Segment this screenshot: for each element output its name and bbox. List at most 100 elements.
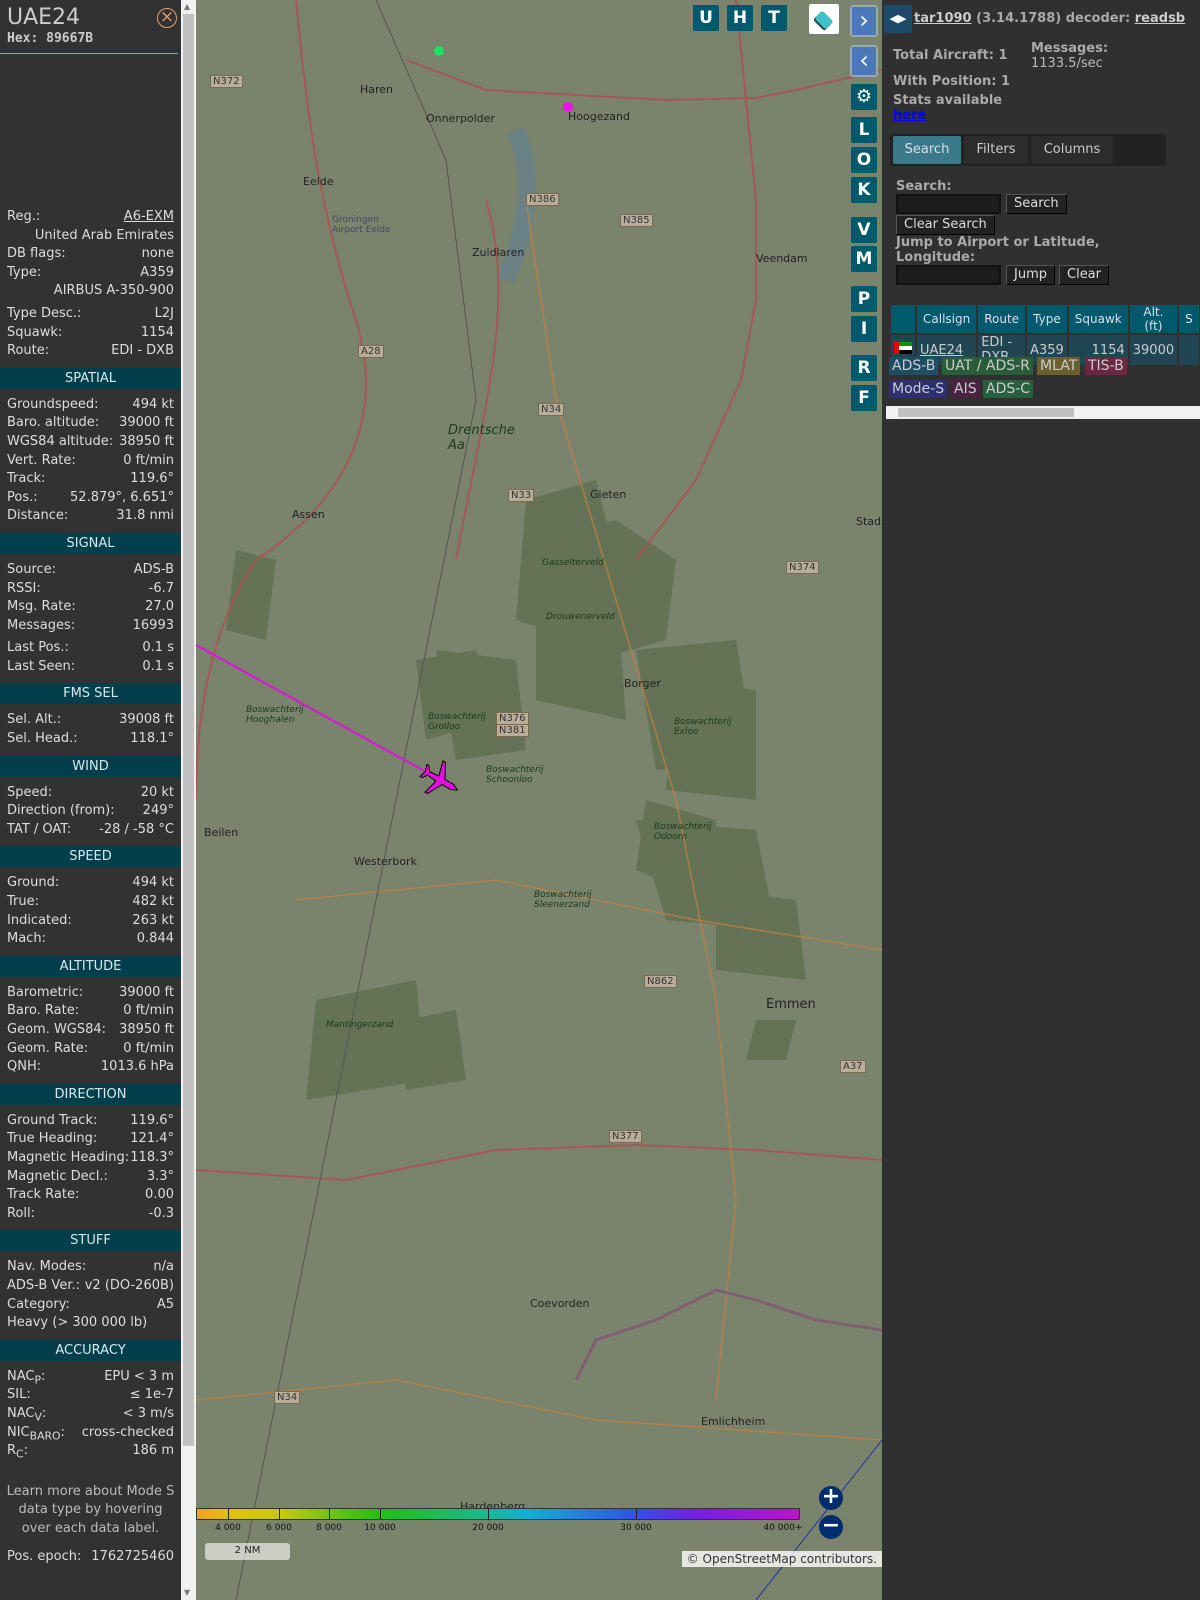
messages-label: Messages: — [1031, 41, 1109, 56]
detail-group: Barometric: 39000 ft Baro. Rate: 0 ft/min Ge… — [0, 984, 181, 1077]
detail-value: 263 kt — [132, 912, 174, 928]
detail-label: Baro. Rate: — [7, 1003, 80, 1019]
detail-value: 27.0 — [145, 599, 174, 615]
column-header[interactable]: Squawk — [1068, 305, 1128, 333]
gear-icon[interactable]: ⚙ — [851, 84, 877, 110]
detail-row: Vert. Rate: 0 ft/min — [0, 452, 181, 471]
detail-value[interactable]: A6-EXM — [124, 208, 174, 227]
map-button-u[interactable]: U — [693, 5, 719, 31]
map[interactable]: Haren Hoogezand Onnerpolder Eelde Groningen … — [196, 0, 882, 1600]
column-header[interactable]: S — [1179, 305, 1199, 333]
map-place-label: Veendam — [756, 252, 808, 265]
tab-search[interactable]: Search — [893, 136, 961, 164]
map-button-l[interactable]: L — [851, 117, 877, 143]
next-arrow-icon[interactable]: › — [850, 5, 878, 37]
map-button-r[interactable]: R — [851, 355, 877, 381]
detail-label: NACP: — [7, 1368, 46, 1387]
detail-row: Geom. WGS84: 38950 ft — [0, 1021, 181, 1040]
altitude-label: 30 000 — [620, 1523, 652, 1533]
detail-label: Track: — [7, 471, 46, 487]
detail-value: 118.1° — [130, 731, 174, 747]
detail-row: Source: ADS-B — [0, 561, 181, 580]
map-button-m[interactable]: M — [851, 246, 877, 272]
clear-search-button[interactable]: Clear Search — [896, 215, 995, 235]
road-label: N374 — [786, 561, 819, 574]
map-button-p[interactable]: P — [851, 286, 877, 312]
divider — [0, 53, 178, 54]
aircraft-icon[interactable] — [415, 755, 467, 806]
clear-button[interactable]: Clear — [1059, 265, 1109, 285]
map-place-label: Boswachterij Hooghalen — [246, 705, 304, 725]
column-header[interactable] — [891, 305, 915, 333]
stats-link[interactable]: here — [893, 108, 926, 123]
detail-label: Msg. Rate: — [7, 599, 76, 615]
toggle-sidebar-icon[interactable]: ◀▶ — [884, 5, 912, 33]
detail-row: Track Rate: 0.00 — [0, 1186, 181, 1205]
prev-arrow-icon[interactable]: ‹ — [850, 45, 878, 77]
detail-value: L2J — [154, 305, 174, 321]
legend-tick — [228, 1508, 229, 1520]
tab-columns[interactable]: Columns — [1031, 136, 1113, 164]
detail-value: 3.3° — [146, 1168, 174, 1184]
altitude-color-legend — [196, 1508, 800, 1520]
version-text: (3.14.1788) decoder: — [976, 11, 1131, 26]
altitude-cell: 39000 — [1129, 335, 1178, 365]
scroll-up-icon[interactable]: ▲ — [184, 2, 190, 11]
detail-row: Messages: 16993 — [0, 617, 181, 636]
close-icon[interactable]: × — [157, 8, 177, 28]
search-input[interactable] — [896, 194, 1001, 214]
map-button-k[interactable]: K — [851, 177, 877, 203]
detail-label: Indicated: — [7, 912, 72, 928]
detail-label: Type Desc.: — [7, 305, 82, 321]
scroll-down-icon[interactable]: ▼ — [184, 1588, 190, 1597]
map-place-label: Haren — [360, 83, 394, 96]
scrollbar-thumb[interactable] — [183, 14, 194, 1446]
jump-input[interactable] — [896, 265, 1001, 285]
zoom-out-button[interactable]: − — [819, 1515, 843, 1539]
detail-group: Nav. Modes: n/a ADS-B Ver.: v2 (DO-260B) Cat… — [0, 1258, 181, 1332]
detail-row: True: 482 kt — [0, 893, 181, 912]
stats-text: Stats available — [893, 93, 1003, 108]
road-label: N372 — [210, 75, 243, 88]
map-attribution[interactable]: © OpenStreetMap contributors. — [681, 1551, 882, 1567]
road-label: A37 — [840, 1060, 866, 1073]
detail-value: 186 m — [132, 1443, 174, 1459]
search-button[interactable]: Search — [1006, 194, 1067, 214]
detail-row: Ground: 494 kt — [0, 874, 181, 893]
detail-value: 38950 ft — [119, 1022, 174, 1037]
with-position: With Position: 1 — [893, 74, 1011, 89]
column-header[interactable]: Alt. (ft) — [1129, 305, 1178, 333]
detail-row: DB flags: none — [0, 245, 181, 264]
decoder-link[interactable]: readsb — [1135, 11, 1185, 26]
jump-button[interactable]: Jump — [1006, 265, 1055, 285]
map-button-h[interactable]: H — [727, 5, 753, 31]
detail-label: Source: — [7, 561, 57, 577]
map-place-label: Assen — [292, 508, 325, 521]
left-panel-scrollbar[interactable]: ▲ ▼ — [181, 0, 196, 1600]
detail-value: v2 (DO-260B) — [84, 1277, 174, 1293]
column-header[interactable]: Callsign — [917, 305, 977, 333]
map-button-o[interactable]: O — [851, 147, 877, 173]
app-link[interactable]: tar1090 — [914, 11, 972, 26]
tab-filters[interactable]: Filters — [964, 136, 1028, 164]
detail-label: ADS-B Ver.: — [7, 1277, 80, 1293]
map-place-label: Eelde — [303, 175, 334, 188]
source-badge-ads-b: ADS-B — [889, 357, 939, 375]
column-header[interactable]: Route — [978, 305, 1026, 333]
detail-label: Vert. Rate: — [7, 452, 76, 468]
road-label: A28 — [358, 345, 384, 358]
detail-value: ≤ 1e-7 — [129, 1387, 174, 1403]
table-horizontal-scrollbar[interactable] — [886, 406, 1200, 419]
zoom-in-button[interactable]: + — [819, 1486, 843, 1510]
map-button-v[interactable]: V — [851, 217, 877, 243]
layers-icon[interactable] — [809, 4, 839, 34]
detail-rows: Reg.: A6-EXM United Arab Emirates DB flags:… — [0, 208, 181, 1567]
altitude-label: 40 000+ — [763, 1523, 803, 1533]
map-button-f[interactable]: F — [851, 385, 877, 411]
source-badge-mode-s: Mode-S — [889, 380, 948, 398]
section-header-direction: DIRECTION — [0, 1083, 181, 1105]
column-header[interactable]: Type — [1027, 305, 1067, 333]
map-place-label: Borger — [624, 677, 661, 690]
map-button-t[interactable]: T — [761, 5, 787, 31]
map-button-i[interactable]: I — [851, 316, 877, 342]
